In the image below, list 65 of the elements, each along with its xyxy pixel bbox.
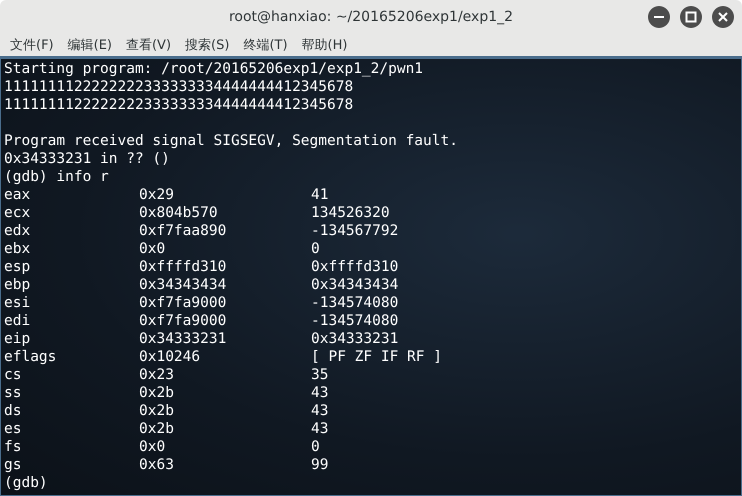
terminal-line: Program received signal SIGSEGV, Segmentation fault. (4, 133, 458, 149)
register-value: 35 (311, 366, 330, 384)
register-hex: 0x63 (139, 456, 175, 474)
register-name: eflags (4, 348, 58, 366)
register-name: ds (4, 402, 22, 420)
register-value: 43 (311, 420, 330, 438)
close-icon[interactable] (712, 6, 734, 28)
register-hex: 0x0 (139, 240, 166, 258)
register-value: 0x34343434 (311, 276, 400, 294)
register-hex: 0x29 (139, 186, 175, 204)
terminal-line: 1111111122222222333333334444444412345678 (4, 97, 354, 113)
register-name: ebp (4, 276, 32, 294)
register-value: 43 (311, 402, 330, 420)
register-name: ecx (4, 204, 32, 222)
register-value: 99 (311, 456, 330, 474)
register-hex: 0x804b570 (139, 204, 219, 222)
register-hex: 0x2b (139, 420, 175, 438)
register-name: cs (4, 366, 22, 384)
terminal-line: 0x34333231 in ?? () (4, 151, 170, 167)
register-hex: 0xf7fa9000 (139, 312, 228, 330)
register-hex: 0x34333231 (139, 330, 228, 348)
window-title: root@hanxiao: ~/20165206exp1/exp1_2 (228, 8, 514, 24)
register-hex: 0xffffd310 (139, 258, 228, 276)
menu-item[interactable]: 编辑(E) (62, 36, 120, 54)
menu-item[interactable]: 查看(V) (120, 36, 180, 54)
register-hex: 0x23 (139, 366, 175, 384)
register-name: esp (4, 258, 32, 276)
minimize-icon[interactable] (648, 6, 670, 28)
maximize-icon[interactable] (680, 6, 702, 28)
register-name: eax (4, 186, 32, 204)
register-value: -134574080 (311, 312, 400, 330)
register-hex: 0x34343434 (139, 276, 228, 294)
terminal-line: Starting program: /root/20165206exp1/exp1_2/pwn1 (4, 61, 424, 77)
register-name: ss (4, 384, 22, 402)
register-value: 0 (311, 438, 321, 456)
register-value: -134567792 (311, 222, 400, 240)
register-hex: 0xf7fa9000 (139, 294, 228, 312)
register-value: 41 (311, 186, 330, 204)
register-hex: 0x2b (139, 402, 175, 420)
register-value: -134574080 (311, 294, 400, 312)
register-hex: 0x10246 (139, 348, 202, 366)
register-hex: 0x0 (139, 438, 166, 456)
register-value: [ PF ZF IF RF ] (311, 348, 443, 366)
register-value: 0x34333231 (311, 330, 400, 348)
register-name: gs (4, 456, 22, 474)
menu-item[interactable]: 终端(T) (237, 36, 296, 54)
gdb-prompt: (gdb) (4, 475, 48, 491)
terminal-line: 1111111122222222333333334444444412345678 (4, 79, 354, 95)
register-name: eip (4, 330, 32, 348)
terminal-line: (gdb) info r (4, 169, 109, 185)
register-hex: 0xf7faa890 (139, 222, 228, 240)
menu-item[interactable]: 文件(F) (4, 36, 62, 54)
register-value: 0xffffd310 (311, 258, 400, 276)
register-name: fs (4, 438, 22, 456)
register-name: ebx (4, 240, 32, 258)
register-name: es (4, 420, 22, 438)
register-value: 0 (311, 240, 321, 258)
register-hex: 0x2b (139, 384, 175, 402)
menu-item[interactable]: 搜索(S) (179, 36, 238, 54)
register-value: 43 (311, 384, 330, 402)
register-name: esi (4, 294, 32, 312)
register-value: 134526320 (311, 204, 391, 222)
menu-item[interactable]: 帮助(H) (296, 36, 356, 54)
register-name: edi (4, 312, 32, 330)
register-name: edx (4, 222, 32, 240)
